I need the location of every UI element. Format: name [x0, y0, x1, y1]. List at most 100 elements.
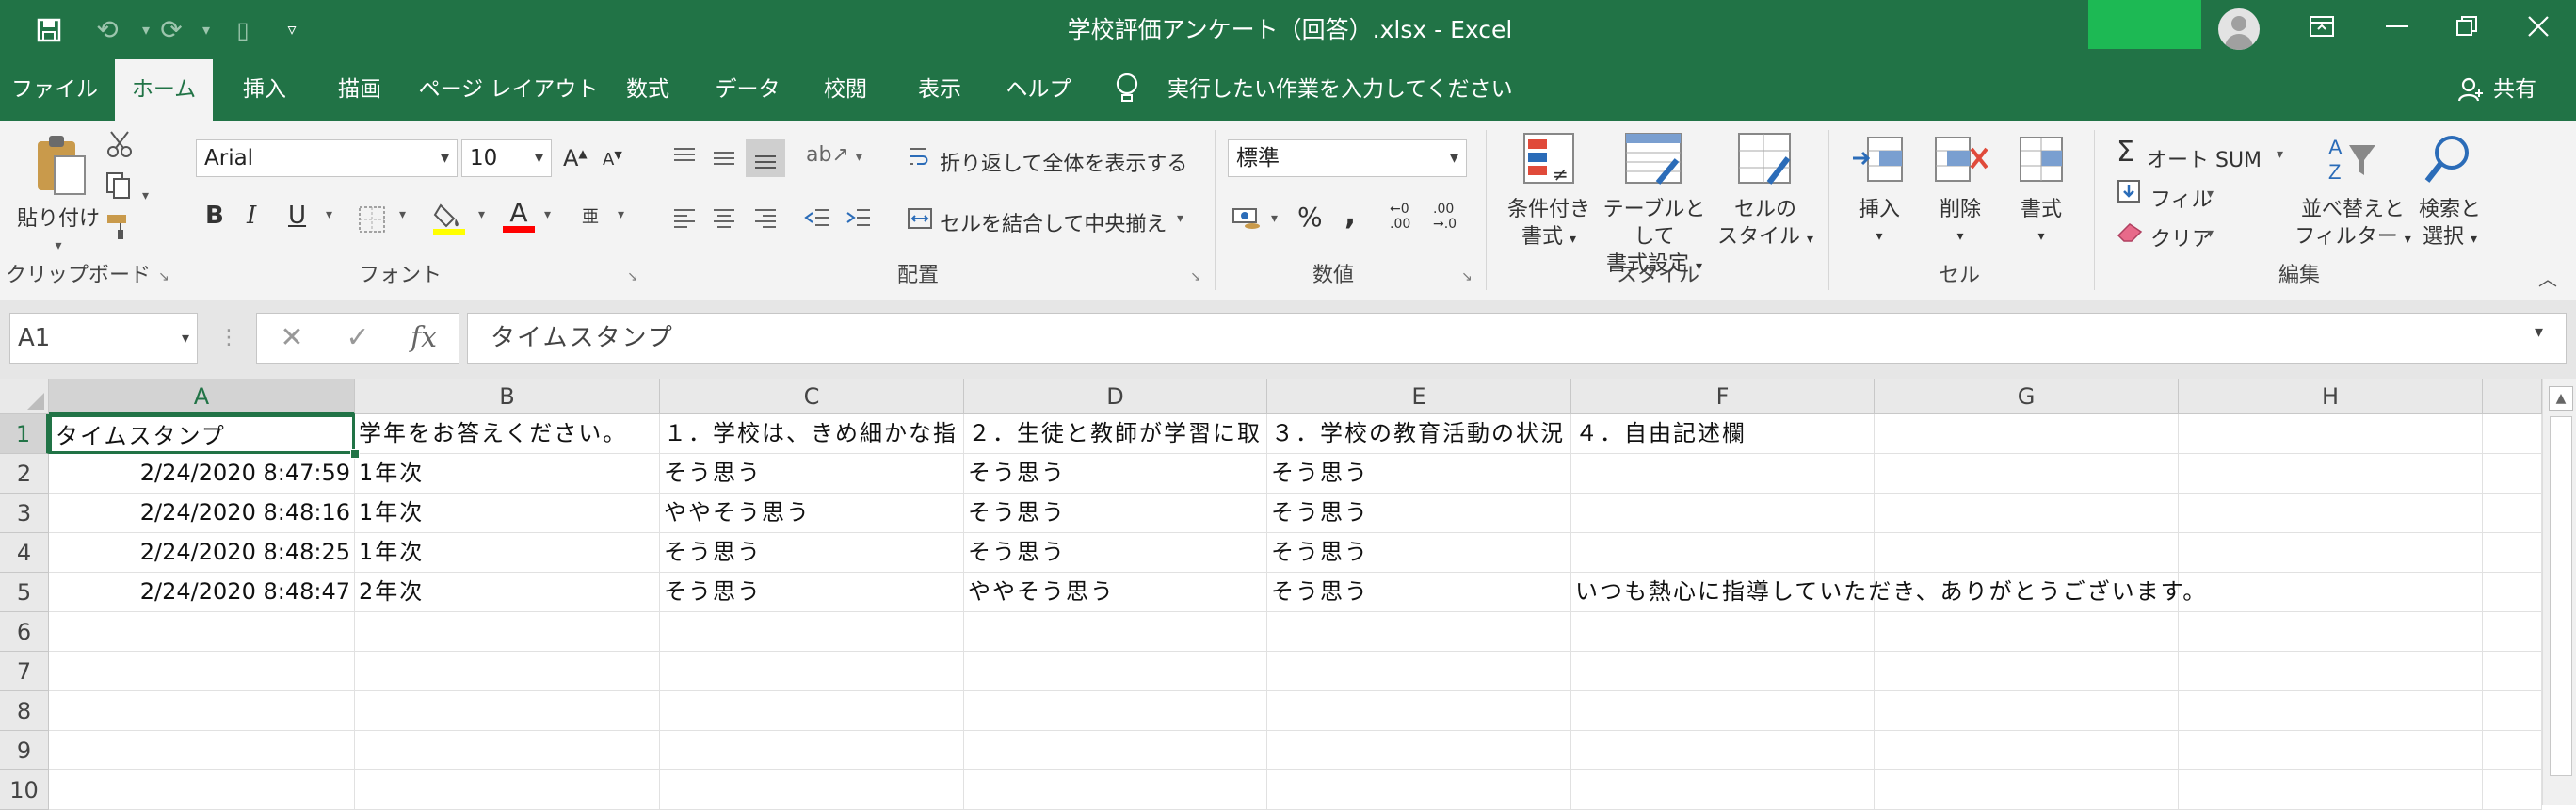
cell-a4[interactable]: 2/24/2020 8:48:25	[49, 533, 355, 573]
share-icon[interactable]	[2457, 76, 2484, 108]
empty-cell[interactable]	[2483, 770, 2542, 810]
empty-cell[interactable]	[964, 652, 1267, 691]
scroll-thumb[interactable]	[2550, 416, 2572, 776]
cell-h4[interactable]	[2179, 533, 2483, 573]
copy-icon[interactable]: ▾	[105, 171, 149, 205]
expand-formula-bar-icon[interactable]: ▾	[2535, 322, 2543, 342]
cell-e3[interactable]: そう思う	[1267, 494, 1571, 533]
empty-cell[interactable]	[355, 731, 660, 770]
chevron-down-icon[interactable]: ▾	[1177, 211, 1183, 226]
tab-review[interactable]: 校閲	[808, 59, 883, 121]
cell-b4[interactable]: 1年次	[355, 533, 660, 573]
empty-cell[interactable]	[2483, 454, 2542, 494]
empty-cell[interactable]	[660, 770, 964, 810]
tab-data[interactable]: データ	[704, 59, 791, 121]
worksheet-grid[interactable]: A B C D E F G H 1 2 3 4 5 6 7 8 9 10 タイム…	[0, 379, 2576, 810]
insert-function-button[interactable]: fx	[395, 313, 452, 364]
row-header[interactable]: 9	[0, 731, 49, 770]
empty-cell[interactable]	[964, 691, 1267, 731]
format-as-table-button[interactable]: テーブルとして 書式設定 ▾	[1593, 132, 1715, 281]
cell-h5[interactable]	[2179, 573, 2483, 612]
cell-a3[interactable]: 2/24/2020 8:48:16	[49, 494, 355, 533]
cell-f5[interactable]: いつも熱心に指導していただき、ありがとうございます。	[1571, 573, 2205, 612]
empty-cell[interactable]	[660, 691, 964, 731]
conditional-formatting-button[interactable]: ≠ 条件付き 書式 ▾	[1497, 132, 1601, 253]
chevron-down-icon[interactable]: ▾	[544, 207, 551, 222]
cell-a5[interactable]: 2/24/2020 8:48:47	[49, 573, 355, 612]
column-header-f[interactable]: F	[1571, 379, 1875, 414]
tab-help[interactable]: ヘルプ	[996, 59, 1081, 121]
row-header[interactable]: 7	[0, 652, 49, 691]
row-header[interactable]: 1	[0, 414, 49, 454]
tab-home[interactable]: ホーム	[115, 59, 213, 121]
column-header-g[interactable]: G	[1875, 379, 2179, 414]
undo-icon[interactable]: ⟲	[87, 0, 128, 59]
empty-cell[interactable]	[2179, 731, 2483, 770]
empty-cell[interactable]	[355, 770, 660, 810]
empty-cell[interactable]	[2179, 691, 2483, 731]
chevron-down-icon[interactable]: ▾	[2277, 147, 2283, 162]
chevron-down-icon[interactable]: ▾	[326, 207, 332, 222]
clipboard-icon[interactable]: ▯	[222, 0, 264, 59]
cell-h3[interactable]	[2179, 494, 2483, 533]
empty-cell[interactable]	[1267, 731, 1571, 770]
cut-icon[interactable]	[105, 130, 134, 164]
align-center-icon[interactable]	[712, 207, 736, 234]
wrap-text-icon[interactable]	[908, 145, 928, 173]
redo-icon[interactable]: ⟳	[151, 0, 192, 59]
cell-g2[interactable]	[1875, 454, 2179, 494]
underline-button[interactable]: U	[288, 202, 306, 230]
formula-input[interactable]: タイムスタンプ	[467, 313, 2567, 364]
row-header[interactable]: 5	[0, 573, 49, 612]
empty-cell[interactable]	[49, 770, 355, 810]
empty-cell[interactable]	[1267, 652, 1571, 691]
cell-f4[interactable]	[1571, 533, 1875, 573]
enter-icon[interactable]: ✓	[331, 313, 384, 364]
empty-cell[interactable]	[1571, 612, 1875, 652]
number-format-combo[interactable]: 標準 ▾	[1228, 139, 1467, 177]
vertical-scrollbar[interactable]: ▲	[2542, 379, 2576, 805]
empty-cell[interactable]	[2483, 414, 2542, 454]
empty-cell[interactable]	[2483, 533, 2542, 573]
font-color-icon[interactable]: A	[503, 200, 535, 233]
cell-b1[interactable]: 学年をお答えください。	[355, 414, 660, 454]
fill-color-icon[interactable]	[433, 202, 465, 241]
column-header-b[interactable]: B	[355, 379, 660, 414]
empty-cell[interactable]	[49, 731, 355, 770]
ribbon-display-icon[interactable]	[2284, 0, 2359, 52]
clear-button[interactable]: クリア	[2150, 222, 2213, 252]
restore-icon[interactable]	[2429, 0, 2504, 52]
empty-cell[interactable]	[1571, 652, 1875, 691]
tab-page-layout[interactable]: ページ レイアウト	[414, 59, 603, 121]
empty-cell[interactable]	[2483, 731, 2542, 770]
avatar[interactable]	[2218, 8, 2260, 50]
customize-qat-icon[interactable]: ▿	[273, 0, 311, 59]
phonetic-icon[interactable]: 亜	[582, 203, 599, 228]
cell-h2[interactable]	[2179, 454, 2483, 494]
tab-formulas[interactable]: 数式	[610, 59, 685, 121]
chevron-down-icon[interactable]: ▾	[618, 207, 624, 222]
find-select-button[interactable]: 検索と 選択 ▾	[2412, 132, 2487, 253]
tab-insert[interactable]: 挿入	[222, 59, 307, 121]
column-header-c[interactable]: C	[660, 379, 964, 414]
dialog-launcher-icon[interactable]: ↘	[627, 269, 638, 284]
cell-f3[interactable]	[1571, 494, 1875, 533]
cell-c3[interactable]: ややそう思う	[660, 494, 964, 533]
cell-b2[interactable]: 1年次	[355, 454, 660, 494]
chevron-down-icon[interactable]: ▾	[478, 207, 485, 222]
align-middle-icon[interactable]	[712, 147, 736, 173]
cell-c1[interactable]: １．学校は、きめ細かな指	[660, 414, 964, 454]
empty-cell[interactable]	[355, 691, 660, 731]
row-header[interactable]: 3	[0, 494, 49, 533]
sort-filter-button[interactable]: AZ 並べ替えと フィルター ▾	[2294, 132, 2412, 253]
column-header-d[interactable]: D	[964, 379, 1267, 414]
select-all-corner[interactable]	[0, 379, 49, 414]
empty-cell[interactable]	[2179, 770, 2483, 810]
row-header[interactable]: 4	[0, 533, 49, 573]
empty-cell[interactable]	[1875, 731, 2179, 770]
accounting-format-icon[interactable]	[1232, 203, 1264, 237]
increase-decimal-icon[interactable]: ←0.00	[1390, 202, 1410, 232]
italic-button[interactable]: I	[247, 202, 256, 230]
cell-e2[interactable]: そう思う	[1267, 454, 1571, 494]
paste-button[interactable]: 貼り付け ▾	[13, 134, 104, 260]
